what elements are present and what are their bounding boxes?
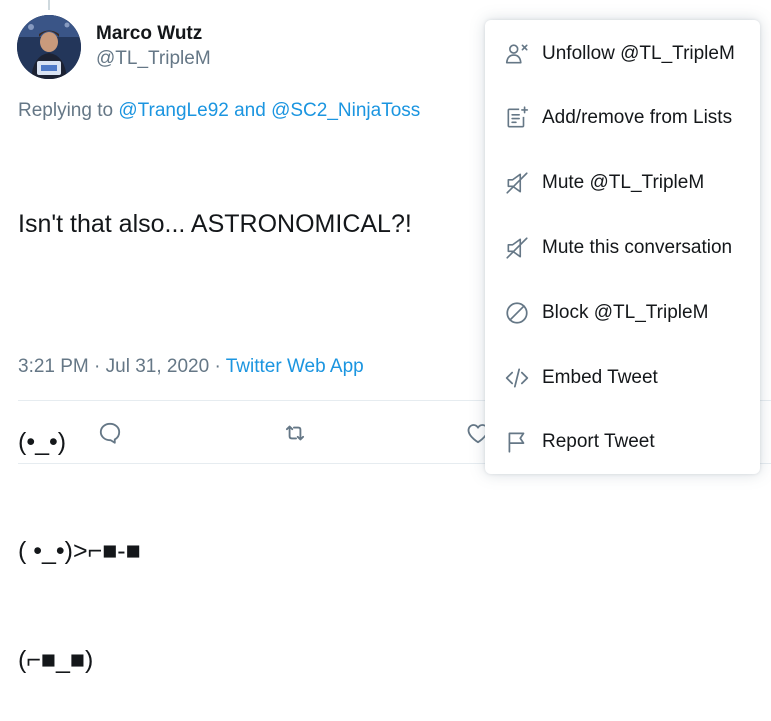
menu-item-label: Mute this conversation <box>542 237 733 258</box>
tweet-text-line: Isn't that also... ASTRONOMICAL?! <box>18 210 412 238</box>
block-icon <box>504 300 530 326</box>
menu-item-label: Block @TL_TripleM <box>542 302 709 323</box>
unfollow-icon <box>504 41 530 67</box>
tweet-text-line: (⌐■_■) <box>18 646 94 674</box>
retweet-button[interactable] <box>275 413 315 453</box>
menu-item-mute-user[interactable]: Mute @TL_TripleM <box>485 151 760 215</box>
mention-link[interactable]: @SC2_NinjaToss <box>271 100 420 121</box>
retweet-icon <box>285 425 305 441</box>
menu-item-unfollow[interactable]: Unfollow @TL_TripleM <box>485 22 760 86</box>
menu-item-label: Report Tweet <box>542 431 655 452</box>
menu-item-lists[interactable]: Add/remove from Lists <box>485 86 760 150</box>
menu-item-report[interactable]: Report Tweet <box>485 410 760 474</box>
replying-to-label: Replying to <box>18 100 114 121</box>
tweet-time[interactable]: 3:21 PM <box>18 356 89 377</box>
menu-item-embed[interactable]: Embed Tweet <box>485 346 760 410</box>
mention-link[interactable]: @TrangLe92 <box>118 100 228 121</box>
replying-to: Replying to @TrangLe92 and @SC2_NinjaTos… <box>18 100 420 122</box>
flag-icon <box>504 429 530 455</box>
tweet-text-line: ( •_•)>⌐■-■ <box>18 537 141 565</box>
avatar-image <box>17 15 81 79</box>
tweet-date[interactable]: Jul 31, 2020 <box>106 356 210 377</box>
meta-separator: · <box>214 356 221 377</box>
avatar[interactable] <box>17 15 81 79</box>
mute-conversation-icon <box>504 235 530 261</box>
menu-item-label: Unfollow @TL_TripleM <box>542 43 735 64</box>
reply-icon <box>99 422 121 444</box>
author-handle[interactable]: @TL_TripleM <box>96 46 211 72</box>
menu-item-mute-conversation[interactable]: Mute this conversation <box>485 216 760 280</box>
embed-icon <box>504 365 530 391</box>
tweet-meta: 3:21 PM · Jul 31, 2020 · Twitter Web App <box>18 356 364 378</box>
menu-item-block[interactable]: Block @TL_TripleM <box>485 281 760 345</box>
reply-button[interactable] <box>90 413 130 453</box>
menu-item-label: Embed Tweet <box>542 367 658 388</box>
list-add-icon <box>504 105 530 131</box>
tweet-options-menu: Unfollow @TL_TripleM Add/remove from Lis… <box>485 20 760 474</box>
mention-join[interactable]: and <box>234 100 266 121</box>
menu-item-label: Mute @TL_TripleM <box>542 172 705 193</box>
tweet-source-link[interactable]: Twitter Web App <box>226 356 364 377</box>
meta-separator: · <box>94 356 101 377</box>
menu-item-label: Add/remove from Lists <box>542 107 733 128</box>
author-name[interactable]: Marco Wutz <box>96 22 211 46</box>
thread-connector-line <box>48 0 50 10</box>
mute-icon <box>504 170 530 196</box>
